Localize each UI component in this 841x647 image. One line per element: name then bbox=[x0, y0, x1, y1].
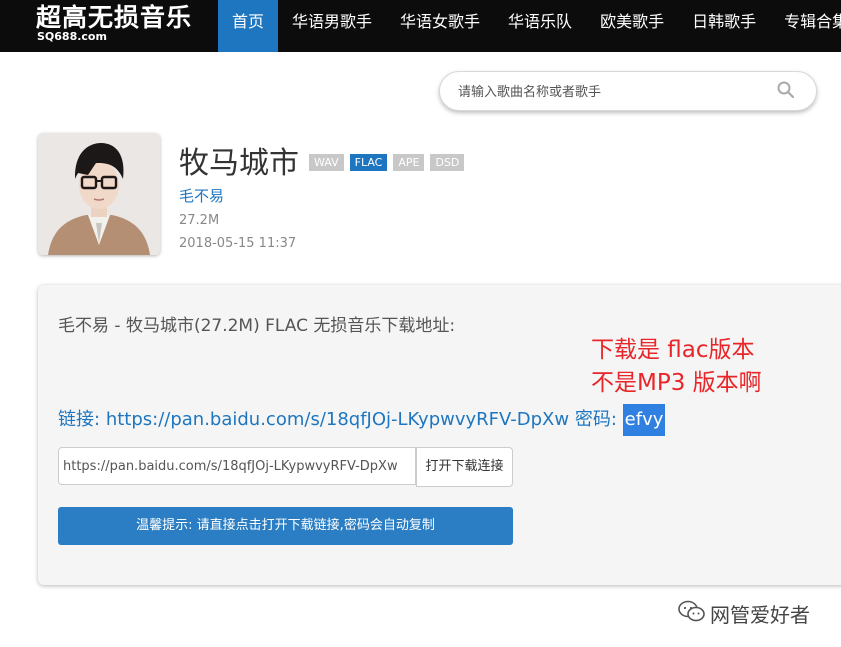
format-badge-flac[interactable]: FLAC bbox=[349, 154, 388, 171]
password-label: 密码: bbox=[574, 409, 617, 430]
annotation-line-1: 下载是 flac版本 bbox=[591, 337, 755, 363]
search-icon[interactable] bbox=[776, 80, 796, 100]
album-title: 牧马城市 bbox=[179, 146, 299, 181]
open-download-link-button[interactable]: 打开下载连接 bbox=[416, 447, 513, 487]
top-navbar: 超高无损音乐 SQ688.com 首页 华语男歌手 华语女歌手 华语乐队 欧美歌… bbox=[0, 0, 841, 52]
main-nav: 首页 华语男歌手 华语女歌手 华语乐队 欧美歌手 日韩歌手 专辑合集 bbox=[218, 0, 841, 52]
album-cover bbox=[38, 133, 160, 255]
artist-portrait-image bbox=[38, 133, 160, 255]
format-badges: WAV FLAC APE DSD bbox=[309, 154, 465, 171]
download-link-line: 链接: https://pan.baidu.com/s/18qfJOj-LKyp… bbox=[58, 404, 666, 436]
artist-link[interactable]: 毛不易 bbox=[179, 185, 224, 206]
file-size: 27.2M bbox=[179, 213, 220, 228]
nav-item-album-collection[interactable]: 专辑合集 bbox=[770, 0, 841, 52]
tip-button[interactable]: 温馨提示: 请直接点击打开下载链接,密码会自动复制 bbox=[58, 507, 513, 545]
link-label: 链接: bbox=[58, 409, 101, 430]
site-title: 超高无损音乐 bbox=[36, 3, 193, 32]
nav-item-japan-korea[interactable]: 日韩歌手 bbox=[678, 0, 770, 52]
nav-item-western[interactable]: 欧美歌手 bbox=[586, 0, 678, 52]
search-input[interactable] bbox=[456, 81, 760, 103]
site-domain: SQ688.com bbox=[37, 30, 107, 43]
nav-item-chinese-band[interactable]: 华语乐队 bbox=[494, 0, 586, 52]
password-value[interactable]: efvy bbox=[622, 404, 666, 436]
download-url-input[interactable] bbox=[58, 447, 416, 485]
annotation-line-2: 不是MP3 版本啊 bbox=[591, 370, 762, 396]
format-badge-wav[interactable]: WAV bbox=[309, 154, 344, 171]
download-heading: 毛不易 - 牧马城市(27.2M) FLAC 无损音乐下载地址: bbox=[58, 316, 456, 336]
nav-item-chinese-female[interactable]: 华语女歌手 bbox=[386, 0, 494, 52]
nav-item-chinese-male[interactable]: 华语男歌手 bbox=[278, 0, 386, 52]
format-badge-ape[interactable]: APE bbox=[393, 154, 425, 171]
nav-item-home[interactable]: 首页 bbox=[218, 0, 279, 52]
format-badge-dsd[interactable]: DSD bbox=[430, 154, 465, 171]
upload-date: 2018-05-15 11:37 bbox=[179, 236, 297, 251]
download-link[interactable]: https://pan.baidu.com/s/18qfJOj-LKypwvyR… bbox=[106, 409, 569, 430]
watermark-text: 网管爱好者 bbox=[710, 603, 810, 627]
search-box bbox=[439, 71, 817, 111]
wechat-icon bbox=[678, 600, 705, 622]
